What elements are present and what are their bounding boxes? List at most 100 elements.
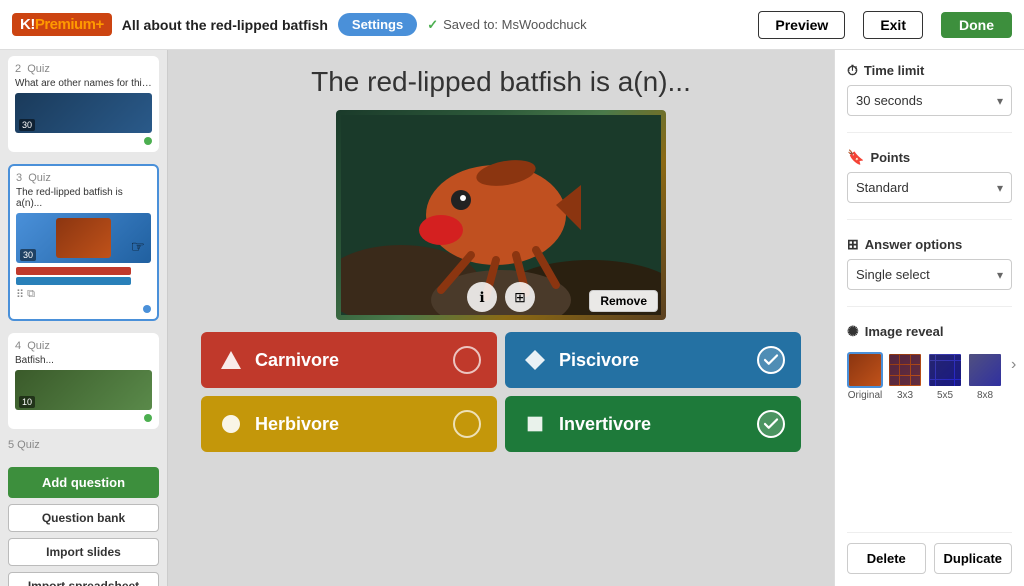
panel-bottom-actions: Delete Duplicate [847, 532, 1012, 574]
reveal-8x8[interactable]: 8x8 [967, 352, 1003, 401]
points-header: 🔖 Points [847, 149, 1012, 166]
answer-invertivore[interactable]: Invertivore [505, 396, 801, 452]
points-select[interactable]: Standard ▾ [847, 172, 1012, 203]
sidebar-item-quiz-2[interactable]: 2 Quiz What are other names for this cre… [8, 56, 159, 152]
remove-button[interactable]: Remove [589, 290, 658, 312]
points-section: 🔖 Points Standard ▾ [847, 149, 1012, 203]
crop-icon-button[interactable]: ⊞ [505, 282, 535, 312]
checkmark-icon: ✓ [427, 17, 438, 33]
quiz-2-thumb: 30 [15, 93, 152, 133]
answer-piscivore-text: Piscivore [559, 350, 747, 371]
quiz-4-title: Batfish... [15, 355, 152, 366]
quiz-4-thumb: 10 [15, 370, 152, 410]
divider-2 [847, 219, 1012, 220]
reveal-thumb-5x5[interactable] [927, 352, 963, 388]
sidebar-buttons: Add question Question bank Import slides… [0, 459, 167, 586]
quiz-3-timer: 30 [20, 249, 36, 261]
quiz-4-timer: 10 [19, 396, 35, 408]
time-limit-section: ⏱ Time limit 30 seconds ▾ [847, 62, 1012, 116]
reveal-thumb-8x8[interactable] [967, 352, 1003, 388]
header-title: All about the red-lipped batfish [122, 17, 328, 33]
quiz-3-label: 3 Quiz [16, 172, 151, 184]
answers-grid: Carnivore Piscivore Herbivore [201, 332, 801, 452]
reveal-5x5-label: 5x5 [937, 390, 953, 401]
reveal-8x8-label: 8x8 [977, 390, 993, 401]
chevron-down-icon: ▾ [997, 94, 1003, 108]
reveal-3x3-label: 3x3 [897, 390, 913, 401]
header: K!Premium+ All about the red-lipped batf… [0, 0, 1024, 50]
reveal-thumb-3x3[interactable] [887, 352, 923, 388]
diamond-icon [521, 346, 549, 374]
add-question-button[interactable]: Add question [8, 467, 159, 498]
carnivore-check [453, 346, 481, 374]
quiz-3-title: The red-lipped batfish is a(n)... [16, 187, 151, 209]
divider-1 [847, 132, 1012, 133]
exit-button[interactable]: Exit [863, 11, 923, 39]
answer-herbivore-text: Herbivore [255, 414, 443, 435]
reveal-3x3[interactable]: 3x3 [887, 352, 923, 401]
chevron-down-icon-2: ▾ [997, 181, 1003, 195]
preview-button[interactable]: Preview [758, 11, 845, 39]
settings-button[interactable]: Settings [338, 13, 417, 36]
sidebar-item-quiz-4[interactable]: 4 Quiz Batfish... 10 [8, 333, 159, 429]
saved-text: Saved to: MsWoodchuck [443, 17, 587, 32]
time-limit-label: Time limit [864, 63, 924, 78]
import-spreadsheet-button[interactable]: Import spreadsheet [8, 572, 159, 586]
reveal-thumb-original[interactable] [847, 352, 883, 388]
quiz-3-dot [143, 305, 151, 313]
quiz-2-title: What are other names for this crea... [15, 78, 152, 89]
points-icon: 🔖 [847, 149, 864, 166]
answer-options-value: Single select [856, 267, 930, 282]
question-bank-button[interactable]: Question bank [8, 504, 159, 532]
quiz-2-dot [144, 137, 152, 145]
quiz-2-label: 2 Quiz [15, 63, 152, 75]
question-title: The red-lipped batfish is a(n)... [188, 66, 814, 98]
grid-icon: ⊞ [847, 236, 859, 253]
herbivore-check [453, 410, 481, 438]
fish-image-container: ℹ ⊞ Remove [336, 110, 666, 320]
circle-icon [217, 410, 245, 438]
image-overlay-buttons: ℹ ⊞ [467, 282, 535, 312]
answer-options-select[interactable]: Single select ▾ [847, 259, 1012, 290]
main-layout: 2 Quiz What are other names for this cre… [0, 50, 1024, 586]
answer-carnivore-text: Carnivore [255, 350, 443, 371]
invertivore-check [757, 410, 785, 438]
chevron-down-icon-3: ▾ [997, 268, 1003, 282]
import-slides-button[interactable]: Import slides [8, 538, 159, 566]
quiz-3-icons: ⠿ ⧉ [16, 288, 151, 301]
section-5-label: 5 Quiz [0, 435, 167, 455]
triangle-icon [217, 346, 245, 374]
square-icon [521, 410, 549, 438]
delete-button[interactable]: Delete [847, 543, 926, 574]
image-reveal-label: Image reveal [865, 324, 944, 339]
quiz-3-options [16, 267, 151, 285]
right-panel: ⏱ Time limit 30 seconds ▾ 🔖 Points Stand… [834, 50, 1024, 586]
quiz-2-timer: 30 [19, 119, 35, 131]
reveal-arrow-icon[interactable]: › [1007, 352, 1020, 378]
answer-herbivore[interactable]: Herbivore [201, 396, 497, 452]
duplicate-button[interactable]: Duplicate [934, 543, 1013, 574]
sparkle-icon: ✺ [847, 323, 859, 340]
time-limit-header: ⏱ Time limit [847, 62, 1012, 79]
time-limit-value: 30 seconds [856, 93, 923, 108]
logo: K!Premium+ [12, 13, 112, 36]
saved-indicator: ✓ Saved to: MsWoodchuck [427, 17, 586, 33]
sidebar-item-quiz-3[interactable]: 3 Quiz The red-lipped batfish is a(n)...… [8, 164, 159, 321]
done-button[interactable]: Done [941, 12, 1012, 38]
quiz-4-label: 4 Quiz [15, 340, 152, 352]
copy-icon: ⧉ [27, 288, 35, 301]
sidebar: 2 Quiz What are other names for this cre… [0, 50, 168, 586]
answer-piscivore[interactable]: Piscivore [505, 332, 801, 388]
time-limit-select[interactable]: 30 seconds ▾ [847, 85, 1012, 116]
divider-3 [847, 306, 1012, 307]
reveal-original-label: Original [848, 390, 882, 401]
answer-options-section: ⊞ Answer options Single select ▾ [847, 236, 1012, 290]
drag-icon: ⠿ [16, 288, 24, 301]
info-icon-button[interactable]: ℹ [467, 282, 497, 312]
content-area: The red-lipped batfish is a(n)... [168, 50, 834, 586]
reveal-5x5[interactable]: 5x5 [927, 352, 963, 401]
clock-icon: ⏱ [847, 62, 858, 79]
cursor-icon: ☞ [131, 237, 145, 257]
reveal-original[interactable]: Original [847, 352, 883, 401]
answer-carnivore[interactable]: Carnivore [201, 332, 497, 388]
